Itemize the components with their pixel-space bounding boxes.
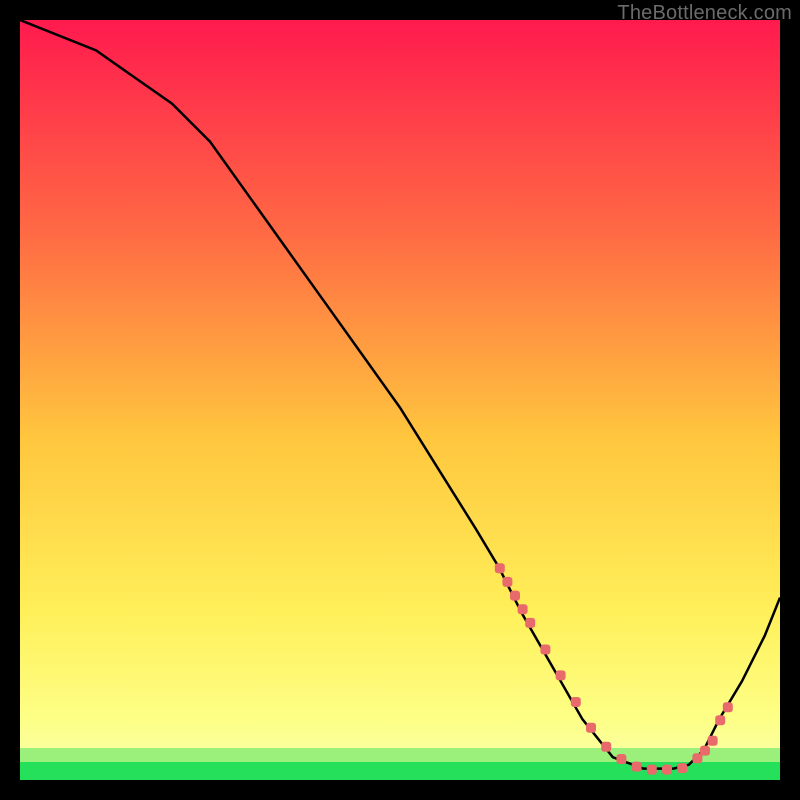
curve-dot bbox=[708, 736, 718, 746]
curve-dot bbox=[632, 762, 642, 772]
curve-dot bbox=[662, 765, 672, 775]
curve-dot bbox=[502, 577, 512, 587]
chart-container: TheBottleneck.com bbox=[0, 0, 800, 800]
curve-dot bbox=[518, 604, 528, 614]
curve-dot bbox=[540, 645, 550, 655]
curve-dot bbox=[495, 563, 505, 573]
curve-dot bbox=[601, 742, 611, 752]
curve-dot bbox=[616, 754, 626, 764]
curve-dot bbox=[700, 746, 710, 756]
curve-dot bbox=[715, 715, 725, 725]
watermark-label: TheBottleneck.com bbox=[617, 2, 792, 25]
curve-dot bbox=[647, 765, 657, 775]
curve-dot bbox=[510, 591, 520, 601]
green-band-fade bbox=[20, 748, 780, 762]
curve-dot bbox=[677, 763, 687, 773]
curve-dot bbox=[723, 702, 733, 712]
curve-dot bbox=[525, 618, 535, 628]
curve-dot bbox=[586, 723, 596, 733]
curve-dot bbox=[571, 697, 581, 707]
gradient-background bbox=[20, 20, 780, 780]
chart-plot bbox=[20, 20, 780, 780]
curve-dot bbox=[556, 670, 566, 680]
